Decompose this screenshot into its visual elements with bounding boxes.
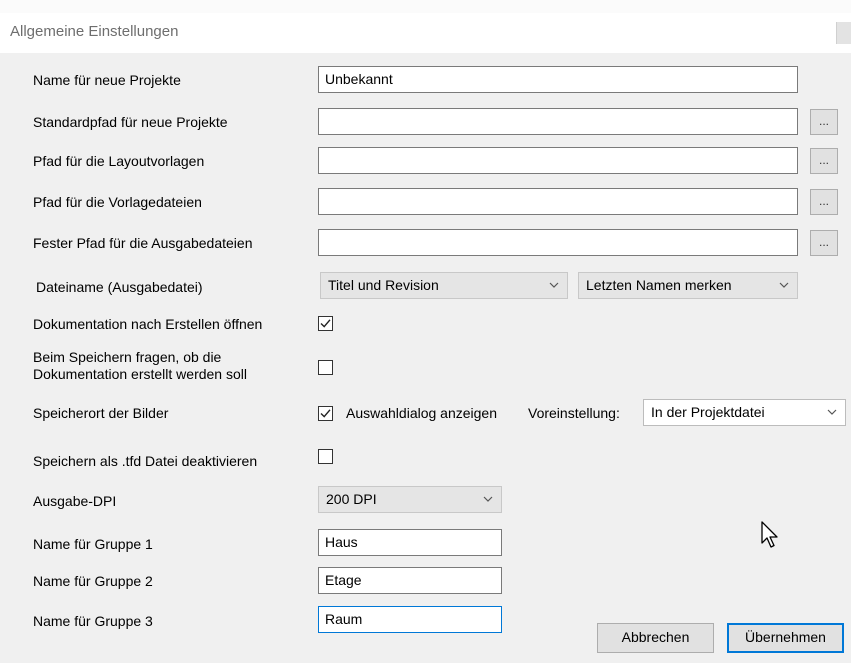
chevron-down-icon [779,282,789,288]
open-docs-label: Dokumentation nach Erstellen öffnen [33,316,263,332]
title-bar: Allgemeine Einstellungen [0,13,851,53]
ask-on-save-label-line2: Dokumentation erstellt werden soll [33,366,247,382]
output-path-input[interactable] [318,229,798,256]
layout-path-browse-button[interactable]: ... [810,148,838,174]
default-path-input[interactable] [318,108,798,135]
group2-input[interactable]: Etage [318,567,502,594]
close-icon[interactable] [836,22,851,44]
filename-memory-value: Letzten Namen merken [586,277,732,293]
ask-on-save-label-line1: Beim Speichern fragen, ob die [33,349,222,365]
show-dialog-label[interactable]: Auswahldialog anzeigen [346,405,497,422]
dpi-label: Ausgabe-DPI [33,493,117,509]
group1-label: Name für Gruppe 1 [33,536,153,552]
disable-tfd-checkbox[interactable] [318,449,333,464]
default-path-label: Standardpfad für neue Projekte [33,114,228,130]
filename-mode-value: Titel und Revision [328,277,439,293]
mouse-cursor-icon [761,521,778,548]
filename-memory-select[interactable]: Letzten Namen merken [578,272,798,299]
filename-mode-select[interactable]: Titel und Revision [320,272,568,299]
group1-input[interactable]: Haus [318,529,502,556]
chevron-down-icon [827,409,837,415]
dpi-value: 200 DPI [326,491,377,507]
preset-select[interactable]: In der Projektdatei [643,399,846,426]
checkmark-icon [320,319,331,328]
template-path-label: Pfad für die Vorlagedateien [33,194,202,210]
open-docs-checkbox[interactable] [318,316,333,331]
chevron-down-icon [483,496,493,502]
filename-label: Dateiname (Ausgabedatei) [36,279,203,295]
disable-tfd-label: Speichern als .tfd Datei deaktivieren [33,453,258,469]
output-path-label: Fester Pfad für die Ausgabedateien [33,235,253,251]
show-dialog-checkbox[interactable] [318,406,333,421]
output-path-browse-button[interactable]: ... [810,230,838,256]
group2-label: Name für Gruppe 2 [33,573,153,589]
layout-path-label: Pfad für die Layoutvorlagen [33,153,205,169]
ask-on-save-checkbox[interactable] [318,360,333,375]
template-path-input[interactable] [318,188,798,215]
layout-path-input[interactable] [318,147,798,174]
preset-value: In der Projektdatei [651,404,765,420]
chevron-down-icon [549,282,559,288]
preset-label: Voreinstellung: [528,405,620,421]
project-name-label: Name für neue Projekte [33,72,181,88]
group3-label: Name für Gruppe 3 [33,613,153,629]
dialog-title: Allgemeine Einstellungen [10,23,179,40]
template-path-browse-button[interactable]: ... [810,189,838,215]
cancel-button[interactable]: Abbrechen [597,623,714,653]
window-top-edge [0,0,851,13]
checkmark-icon [320,409,331,418]
dpi-select[interactable]: 200 DPI [318,486,502,513]
project-name-input[interactable]: Unbekannt [318,66,798,93]
default-path-browse-button[interactable]: ... [810,109,838,135]
group3-input[interactable]: Raum [318,606,502,633]
apply-button[interactable]: Übernehmen [727,623,844,653]
image-location-label: Speicherort der Bilder [33,405,169,421]
